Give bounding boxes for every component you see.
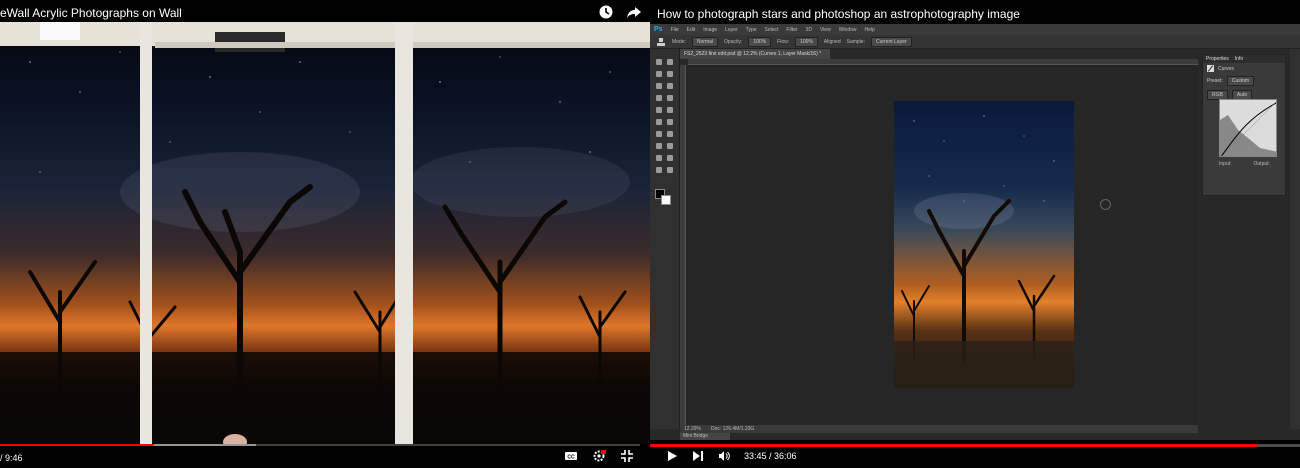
share-icon[interactable]: [626, 4, 642, 20]
zoom-tool-icon[interactable]: [667, 167, 673, 173]
healing-tool-icon[interactable]: [656, 95, 662, 101]
play-icon[interactable]: [666, 450, 678, 462]
quick-select-tool-icon[interactable]: [667, 71, 673, 77]
output-label: Output:: [1253, 161, 1270, 167]
fullscreen-exit-icon[interactable]: [620, 449, 634, 463]
ps-status-bar: 12.29% Doc: 126.4M/1.33G: [680, 425, 1198, 433]
settings-icon[interactable]: [592, 449, 606, 463]
preset-select[interactable]: Custom: [1226, 76, 1255, 86]
photoshop-window[interactable]: Ps File Edit Image Layer Type Select Fil…: [650, 24, 1300, 440]
acrylic-photos-scene: [0, 22, 650, 444]
flow-field[interactable]: 100%: [795, 36, 818, 47]
mini-bridge-tab[interactable]: Mini Bridge: [680, 433, 730, 440]
path-select-tool-icon[interactable]: [656, 155, 662, 161]
clock-icon[interactable]: [598, 4, 614, 20]
marquee-tool-icon[interactable]: [667, 59, 673, 65]
ps-panel-tabs: Properties Info: [1203, 55, 1285, 63]
curves-title: Curves: [1218, 65, 1234, 72]
mode-select[interactable]: Normal: [691, 36, 719, 47]
ps-options-bar: Mode: Normal Opacity: 100% Flow: 100% Al…: [650, 35, 1300, 49]
left-played-fill: [0, 444, 154, 446]
right-video-title[interactable]: How to photograph stars and photoshop an…: [657, 7, 1020, 21]
cc-icon[interactable]: CC: [564, 449, 578, 463]
gradient-tool-icon[interactable]: [667, 119, 673, 125]
flow-label: Flow:: [777, 38, 790, 45]
brush-cursor: [1100, 199, 1111, 210]
zoom-level[interactable]: 12.29%: [684, 426, 701, 432]
volume-icon[interactable]: [718, 450, 730, 462]
right-time-display: 33:45 / 36:06: [744, 451, 797, 461]
menu-type[interactable]: Type: [746, 27, 757, 33]
input-label: Input:: [1219, 161, 1232, 167]
right-video-player[interactable]: How to photograph stars and photoshop an…: [650, 0, 1300, 468]
crop-tool-icon[interactable]: [656, 83, 662, 89]
ps-toolbar: [650, 49, 680, 429]
next-icon[interactable]: [692, 450, 704, 462]
left-top-controls: [598, 4, 642, 20]
screen: eWall Acrylic Photographs on Wall / 9:46…: [0, 0, 1300, 468]
ps-properties-panel: Properties Info Curves Preset: Custom RG…: [1202, 54, 1286, 196]
tab-info[interactable]: Info: [1235, 56, 1243, 62]
left-video-frame[interactable]: [0, 22, 650, 444]
curves-graph[interactable]: [1219, 99, 1277, 157]
menu-view[interactable]: View: [820, 27, 831, 33]
preset-row: Preset: Custom: [1203, 74, 1285, 88]
curves-io-labels: Input: Output:: [1219, 161, 1270, 167]
left-progress-bar[interactable]: [0, 444, 640, 446]
ps-logo: Ps: [654, 26, 663, 33]
opacity-label: Opacity:: [724, 38, 743, 45]
doc-size: Doc: 126.4M/1.33G: [710, 426, 755, 432]
ps-document-tab[interactable]: FS2_2523 first edit.psd @ 12.2% (Curves …: [680, 49, 830, 59]
astro-image-art: [894, 115, 1074, 388]
background-color-swatch[interactable]: [661, 195, 671, 205]
left-buffered-fill: [153, 444, 256, 446]
hand-tool-icon[interactable]: [656, 167, 662, 173]
eraser-tool-icon[interactable]: [656, 119, 662, 125]
curves-header: Curves: [1203, 63, 1285, 74]
ps-menubar: Ps File Edit Image Layer Type Select Fil…: [650, 24, 1300, 35]
opacity-field[interactable]: 100%: [748, 36, 772, 47]
ps-astro-image[interactable]: [894, 101, 1074, 388]
clone-stamp-icon[interactable]: [656, 37, 666, 47]
menu-filter[interactable]: Filter: [786, 27, 797, 33]
menu-window[interactable]: Window: [839, 27, 857, 33]
right-progress-bar[interactable]: [650, 444, 1300, 447]
pen-tool-icon[interactable]: [656, 143, 662, 149]
blur-tool-icon[interactable]: [656, 131, 662, 137]
tab-properties[interactable]: Properties: [1206, 56, 1229, 62]
sample-label: Sample:: [846, 38, 865, 45]
eyedropper-tool-icon[interactable]: [667, 83, 673, 89]
left-time-display: / 9:46: [0, 453, 23, 463]
aligned-checkbox[interactable]: Aligned: [824, 39, 841, 45]
move-tool-icon[interactable]: [656, 59, 662, 65]
lasso-tool-icon[interactable]: [656, 71, 662, 77]
menu-select[interactable]: Select: [765, 27, 779, 33]
shape-tool-icon[interactable]: [667, 155, 673, 161]
menu-3d[interactable]: 3D: [806, 27, 812, 33]
left-video-player[interactable]: eWall Acrylic Photographs on Wall / 9:46…: [0, 0, 650, 468]
mode-label: Mode:: [672, 38, 686, 45]
menu-help[interactable]: Help: [865, 27, 875, 33]
type-tool-icon[interactable]: [667, 143, 673, 149]
dodge-tool-icon[interactable]: [667, 131, 673, 137]
preset-label: Preset:: [1207, 78, 1223, 84]
sample-select[interactable]: Current Layer: [870, 36, 912, 47]
curves-adjustment-icon: [1207, 65, 1214, 72]
menu-edit[interactable]: Edit: [687, 27, 696, 33]
left-bottom-controls: CC: [564, 449, 634, 463]
svg-text:CC: CC: [567, 455, 575, 461]
right-bottom-controls: 33:45 / 36:06: [666, 450, 797, 462]
menu-image[interactable]: Image: [703, 27, 717, 33]
left-video-title[interactable]: eWall Acrylic Photographs on Wall: [0, 6, 182, 20]
ps-side-dock: [1290, 49, 1300, 429]
stamp-tool-icon[interactable]: [656, 107, 662, 113]
menu-layer[interactable]: Layer: [725, 27, 738, 33]
history-brush-tool-icon[interactable]: [667, 107, 673, 113]
brush-tool-icon[interactable]: [667, 95, 673, 101]
menu-file[interactable]: File: [671, 27, 679, 33]
